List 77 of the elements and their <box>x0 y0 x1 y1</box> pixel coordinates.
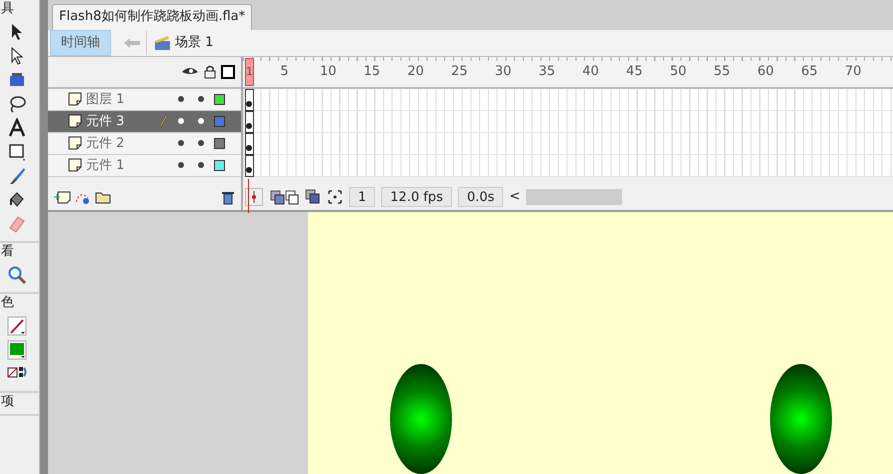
fill-color-icon[interactable] <box>7 340 27 360</box>
scroll-left-arrow[interactable]: < <box>509 187 520 207</box>
layer-icon[interactable] <box>68 158 82 172</box>
layer-color-swatch[interactable] <box>214 116 225 127</box>
visibility-dot-icon[interactable] <box>178 118 184 124</box>
clapperboard-icon[interactable] <box>153 34 171 51</box>
frame-number: 20 <box>406 63 425 82</box>
frame-number: 35 <box>538 63 556 82</box>
keyframe-dot-icon[interactable] <box>246 166 252 173</box>
keyframe[interactable] <box>245 154 254 177</box>
keyframe-dot-icon[interactable] <box>246 100 252 107</box>
add-folder-icon[interactable] <box>94 190 112 204</box>
keyframe-dot-icon[interactable] <box>246 122 252 129</box>
layer-name: 元件 2 <box>86 134 126 153</box>
brush-icon[interactable] <box>7 166 27 186</box>
frame-number: 50 <box>668 63 688 82</box>
keyframe-dot-icon[interactable] <box>246 144 252 151</box>
frame-rate[interactable]: 12.0 fps <box>381 187 452 207</box>
layer-row[interactable]: 元件 2 <box>48 132 241 155</box>
frame-number: 40 <box>581 63 600 82</box>
text-tool-icon[interactable] <box>7 118 27 138</box>
timeline-button[interactable]: 时间轴 <box>50 30 111 56</box>
layer-name: 元件 1 <box>86 156 126 175</box>
lock-dot-icon[interactable] <box>198 96 204 102</box>
lock-dot-icon[interactable] <box>198 140 204 146</box>
trash-icon[interactable] <box>221 190 235 204</box>
frame-number: 25 <box>450 63 469 82</box>
frame-number: 10 <box>318 63 338 82</box>
visibility-dot-icon[interactable] <box>178 96 184 102</box>
edit-multiple-frames-icon[interactable] <box>305 189 321 205</box>
scene-name[interactable]: 场景 1 <box>175 33 214 53</box>
tool-section-label: 看 <box>0 243 15 261</box>
visibility-dot-icon[interactable] <box>178 162 184 168</box>
frame-number: 45 <box>625 63 644 82</box>
add-layer-icon[interactable] <box>54 190 72 204</box>
elapsed-time: 0.0s <box>458 187 504 207</box>
frame-number: 30 <box>494 63 512 82</box>
current-frame: 1 <box>349 187 376 207</box>
onion-markers-icon[interactable] <box>327 189 343 205</box>
layer-icon[interactable] <box>68 114 82 128</box>
lock-dot-icon[interactable] <box>198 162 204 168</box>
outline-icon[interactable] <box>221 64 235 79</box>
frame-number: 5 <box>279 63 290 82</box>
center-frame-icon[interactable] <box>245 188 263 206</box>
pencil-icon[interactable] <box>158 114 168 128</box>
frame-number: 65 <box>800 63 819 82</box>
keyframe[interactable] <box>245 110 254 133</box>
layer-row[interactable]: 元件 1 <box>48 154 241 177</box>
layer-icon[interactable] <box>68 136 82 150</box>
playhead[interactable]: 1 <box>245 58 254 86</box>
onion-skin-icon[interactable] <box>269 189 299 205</box>
lock-dot-icon[interactable] <box>198 118 204 124</box>
tool-section-label: 色 <box>0 294 15 312</box>
frame-number: 70 <box>844 63 862 82</box>
playhead-line <box>248 178 249 213</box>
tool-section-label: 项 <box>0 393 15 411</box>
scrollbar-thumb[interactable] <box>526 189 622 205</box>
layer-color-swatch[interactable] <box>214 94 225 105</box>
lock-icon[interactable] <box>204 64 216 79</box>
search-icon[interactable] <box>7 265 27 285</box>
layer-row[interactable]: 元件 3 <box>48 110 241 133</box>
frame-number: 15 <box>362 63 382 82</box>
tool-section-label: 具 <box>0 0 15 18</box>
layer-color-swatch[interactable] <box>214 160 225 171</box>
rectangle-icon[interactable] <box>7 142 27 162</box>
document-tab[interactable]: Flash8如何制作跷跷板动画.fla* <box>52 4 252 30</box>
visibility-dot-icon[interactable] <box>178 140 184 146</box>
keyframe[interactable] <box>245 132 254 155</box>
layer-name: 图层 1 <box>86 90 126 109</box>
keyframe[interactable] <box>245 88 254 111</box>
layer-row[interactable]: 图层 1 <box>48 88 241 111</box>
frame-number: 55 <box>712 63 732 82</box>
frame-number: 60 <box>756 63 775 82</box>
layer-color-swatch[interactable] <box>214 138 225 149</box>
layer-name: 元件 3 <box>86 112 126 131</box>
layer-icon[interactable] <box>68 92 82 106</box>
stroke-color-icon[interactable] <box>7 316 27 336</box>
